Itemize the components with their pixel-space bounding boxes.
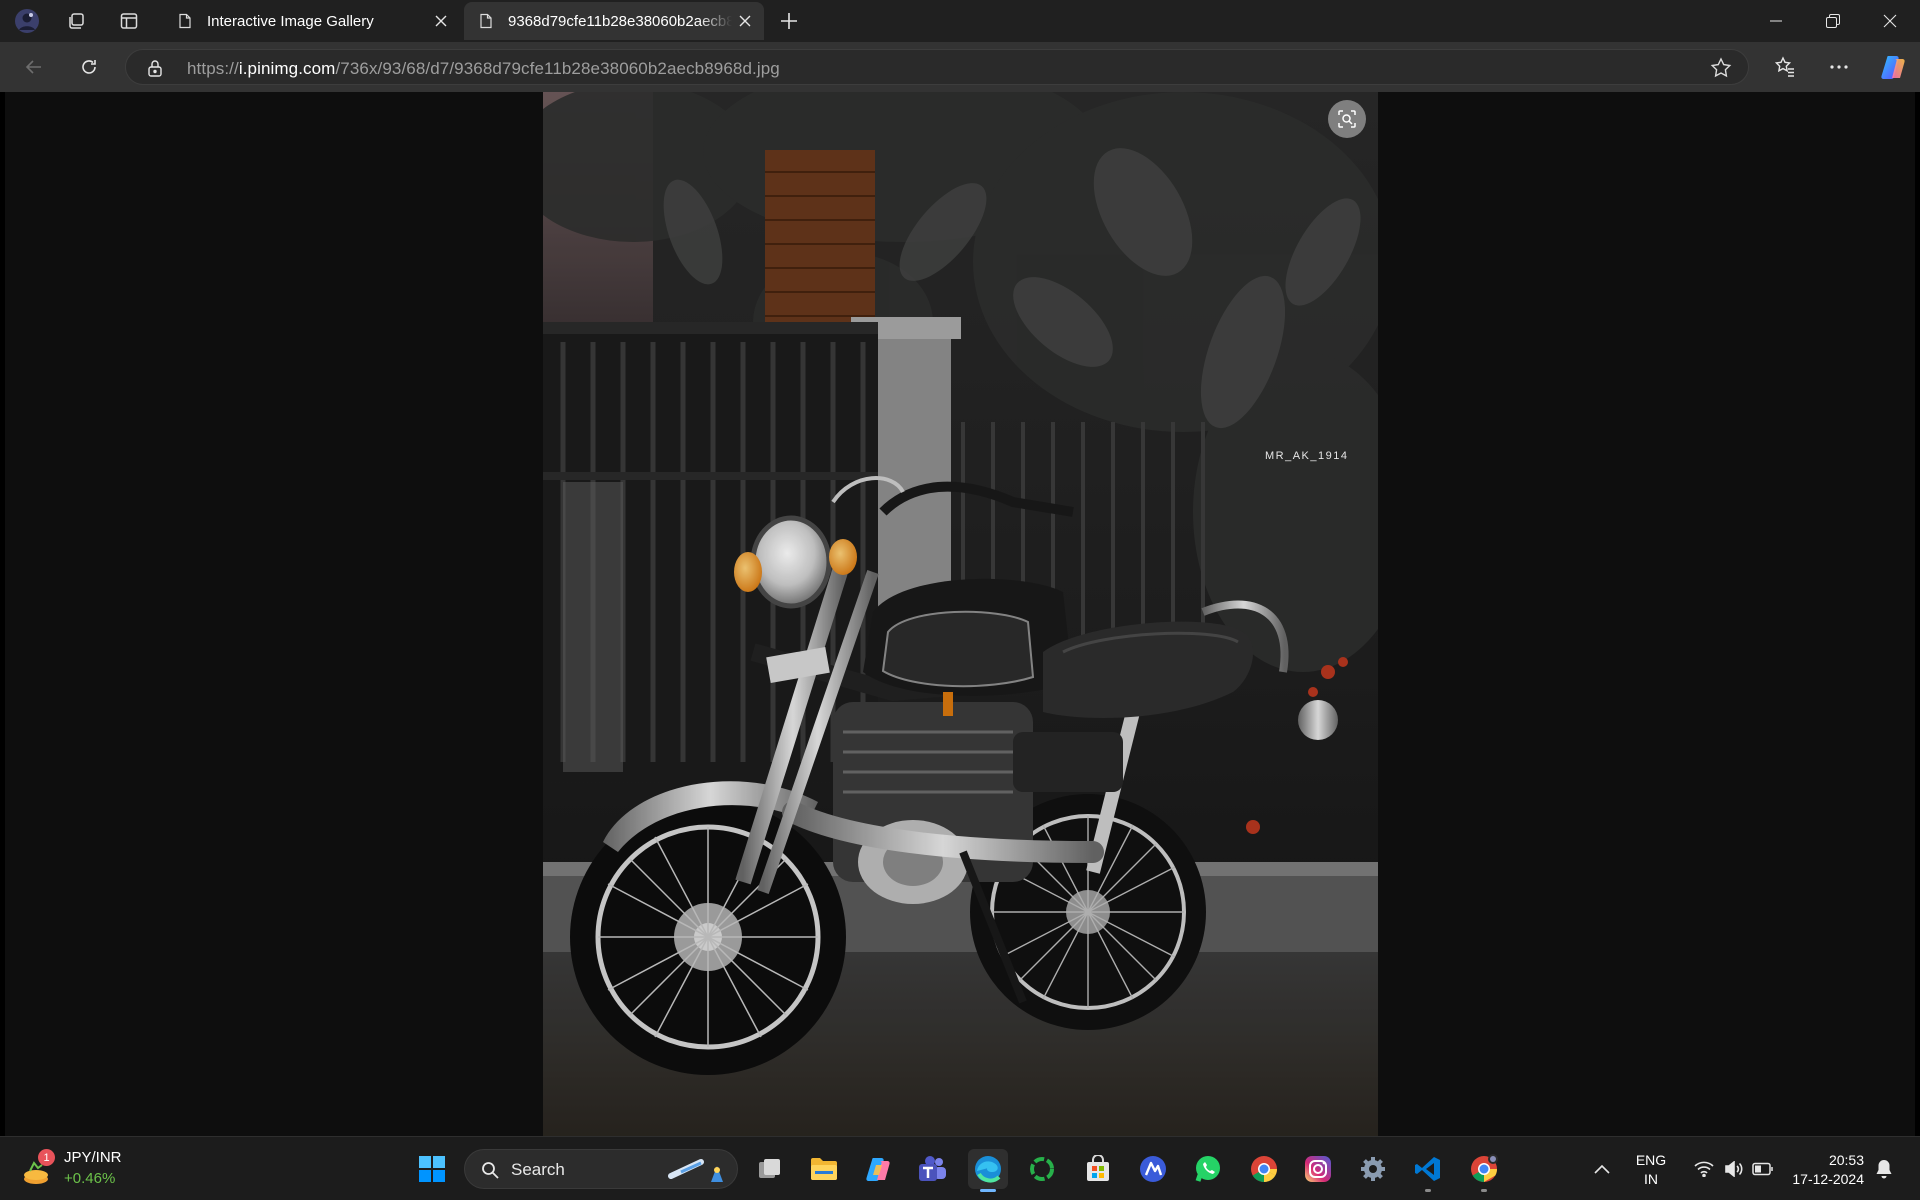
clock-time: 20:53: [1828, 1152, 1864, 1168]
running-indicator: [1481, 1189, 1487, 1192]
chrome-profile-button[interactable]: [1464, 1149, 1504, 1192]
running-indicator: [980, 1189, 996, 1192]
taskbar: 1 JPY/INR +0.46% Search ENG IN 20:53 17-…: [0, 1136, 1920, 1200]
page-icon: [179, 13, 191, 29]
whatsapp-button[interactable]: [1188, 1149, 1228, 1189]
back-button[interactable]: [17, 51, 51, 83]
task-view-icon: [759, 1159, 780, 1178]
volume-icon: [1725, 1161, 1743, 1177]
search-icon: [482, 1162, 499, 1179]
tab-title: 9368d79cfe11b28e38060b2aecb8968d.jpg: [508, 12, 732, 30]
chevron-up-icon: [1594, 1164, 1610, 1174]
tab-interactive-image-gallery[interactable]: Interactive Image Gallery: [163, 2, 460, 40]
visual-search-icon: [1338, 110, 1356, 128]
url-prefix: https://: [187, 59, 239, 78]
system-clock[interactable]: 20:53 17-12-2024: [1792, 1151, 1864, 1189]
show-hidden-icons-button[interactable]: [1582, 1149, 1622, 1189]
clock-date: 17-12-2024: [1792, 1171, 1864, 1187]
ticker-symbol: JPY/INR: [64, 1149, 122, 1166]
copilot-icon: [866, 1158, 890, 1181]
settings-more-button[interactable]: [1822, 51, 1856, 83]
close-window-button[interactable]: [1862, 0, 1918, 42]
wifi-icon: [1694, 1161, 1714, 1177]
minimize-button[interactable]: [1748, 0, 1804, 42]
chrome-button[interactable]: [1244, 1149, 1284, 1189]
start-button[interactable]: [412, 1149, 452, 1189]
workspaces-icon[interactable]: [62, 6, 92, 36]
instagram-icon: [1305, 1156, 1331, 1182]
favorites-button[interactable]: [1768, 51, 1802, 83]
file-explorer-button[interactable]: [804, 1149, 844, 1189]
tab-title: Interactive Image Gallery: [207, 12, 374, 30]
chrome-profile-icon: [1471, 1154, 1498, 1183]
navigation-bar: https://i.pinimg.com/736x/93/68/d7/9368d…: [0, 42, 1920, 92]
notifications-button[interactable]: [1866, 1149, 1902, 1189]
tab-image-file[interactable]: 9368d79cfe11b28e38060b2aecb8968d.jpg: [464, 2, 764, 40]
gear-icon: [1361, 1157, 1385, 1181]
copilot-app-button[interactable]: [858, 1149, 898, 1189]
refresh-button[interactable]: [72, 51, 106, 83]
language-code: ENG: [1635, 1152, 1667, 1168]
instagram-button[interactable]: [1298, 1149, 1338, 1189]
vscode-icon: [1415, 1157, 1440, 1181]
bell-icon: [1876, 1160, 1892, 1179]
app-button-blue-a[interactable]: [1133, 1149, 1173, 1189]
ring-app-icon: [1030, 1157, 1054, 1181]
teams-button[interactable]: [912, 1149, 952, 1189]
url-text[interactable]: https://i.pinimg.com/736x/93/68/d7/9368d…: [187, 59, 780, 79]
close-tab-icon[interactable]: [428, 8, 454, 34]
microsoft-store-button[interactable]: [1078, 1149, 1118, 1189]
url-host: i.pinimg.com: [238, 59, 336, 78]
restore-button[interactable]: [1805, 0, 1861, 42]
search-label: Search: [511, 1160, 565, 1179]
edge-browser-button[interactable]: [968, 1149, 1008, 1192]
edge-icon: [975, 1156, 1001, 1183]
address-bar[interactable]: https://i.pinimg.com/736x/93/68/d7/9368d…: [125, 49, 1749, 85]
vscode-button[interactable]: [1408, 1149, 1448, 1192]
photo-watermark: MR_AK_1914: [1265, 450, 1349, 462]
a-logo-app-icon: [1140, 1156, 1166, 1182]
running-indicator: [1425, 1189, 1431, 1192]
chrome-icon: [1251, 1156, 1278, 1183]
url-path: /736x/93/68/d7/9368d79cfe11b28e38060b2ae…: [335, 59, 780, 78]
region-code: IN: [1644, 1171, 1658, 1187]
ticker-change: +0.46%: [64, 1170, 116, 1187]
input-language-indicator[interactable]: ENG IN: [1630, 1151, 1672, 1189]
new-tab-button[interactable]: [774, 6, 804, 36]
battery-icon: [1752, 1162, 1773, 1176]
widgets-ticker[interactable]: 1 JPY/INR +0.46%: [22, 1149, 182, 1191]
title-bar: Interactive Image Gallery 9368d79cfe11b2…: [0, 0, 1920, 42]
windows-logo-icon: [419, 1156, 445, 1182]
vertical-tabs-icon[interactable]: [114, 6, 144, 36]
profile-avatar[interactable]: [12, 6, 42, 36]
close-tab-icon[interactable]: [732, 8, 758, 34]
image-viewer: MR_AK_1914: [5, 92, 1915, 1136]
quick-settings-button[interactable]: [1680, 1149, 1780, 1189]
task-view-button[interactable]: [750, 1149, 790, 1189]
search-highlight-icon: [668, 1159, 723, 1182]
settings-app-button[interactable]: [1353, 1149, 1393, 1189]
notification-badge: 1: [38, 1149, 55, 1166]
teams-icon: [919, 1156, 946, 1181]
motorcycle-photo[interactable]: MR_AK_1914: [543, 92, 1378, 1136]
store-icon: [1087, 1155, 1109, 1181]
lock-icon[interactable]: [147, 59, 163, 77]
visual-search-button[interactable]: [1328, 100, 1366, 138]
page-icon: [480, 13, 492, 29]
copilot-button[interactable]: [1876, 51, 1910, 83]
whatsapp-icon: [1195, 1156, 1220, 1182]
app-button-green-ring[interactable]: [1022, 1149, 1062, 1189]
favorite-star-icon[interactable]: [1710, 57, 1732, 79]
folder-icon: [811, 1158, 837, 1180]
taskbar-search[interactable]: Search: [464, 1149, 738, 1189]
